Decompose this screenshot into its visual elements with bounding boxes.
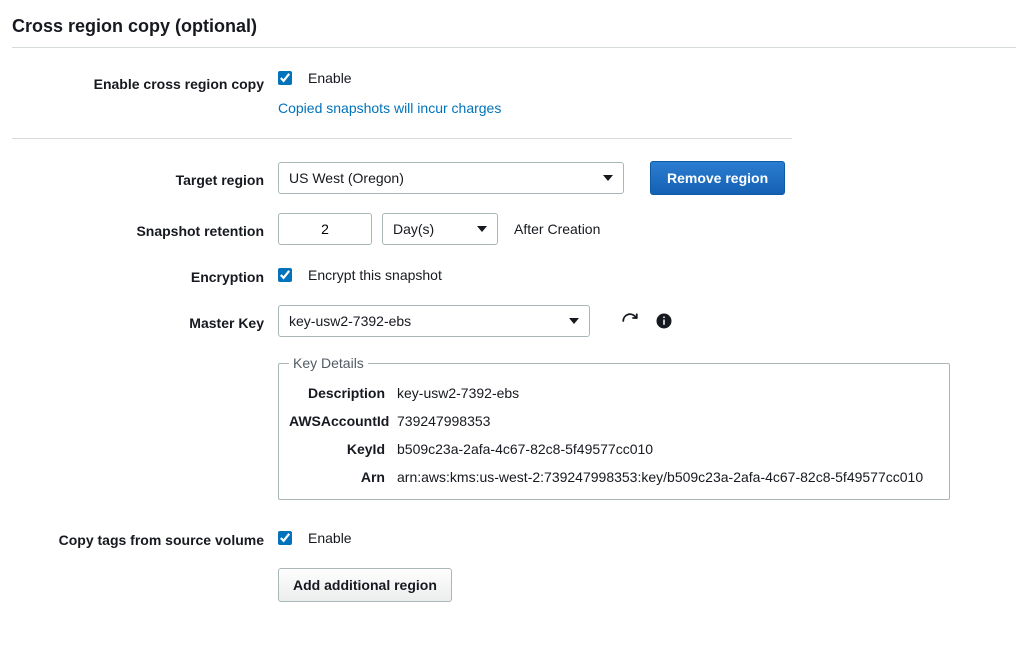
- target-region-selected: US West (Oregon): [289, 170, 404, 186]
- section-title: Cross region copy (optional): [12, 16, 1016, 37]
- key-details-legend: Key Details: [289, 355, 368, 371]
- retention-value-input[interactable]: [278, 213, 372, 245]
- kd-arn-label: Arn: [289, 469, 397, 485]
- copy-tags-checkbox-label: Enable: [308, 530, 352, 546]
- chevron-down-icon: [603, 175, 613, 181]
- copy-tags-label: Copy tags from source volume: [12, 526, 278, 550]
- encryption-checkbox[interactable]: [278, 268, 292, 282]
- master-key-label: Master Key: [12, 309, 278, 333]
- remove-region-button[interactable]: Remove region: [650, 161, 785, 195]
- divider: [12, 47, 1016, 48]
- kd-arn-value: arn:aws:kms:us-west-2:739247998353:key/b…: [397, 469, 935, 485]
- encryption-label: Encryption: [12, 263, 278, 287]
- divider: [12, 138, 792, 139]
- retention-unit-selected: Day(s): [393, 221, 434, 237]
- kd-description-label: Description: [289, 385, 397, 401]
- info-icon[interactable]: [652, 309, 676, 333]
- enable-copy-checkbox-label: Enable: [308, 70, 352, 86]
- key-details-fieldset: Key Details Description key-usw2-7392-eb…: [278, 355, 950, 500]
- spacer: [12, 583, 278, 587]
- kd-keyid-label: KeyId: [289, 441, 397, 457]
- refresh-icon[interactable]: [618, 309, 642, 333]
- master-key-select[interactable]: key-usw2-7392-ebs: [278, 305, 590, 337]
- target-region-label: Target region: [12, 166, 278, 190]
- add-region-button[interactable]: Add additional region: [278, 568, 452, 602]
- retention-after-text: After Creation: [514, 221, 600, 237]
- charges-info-link[interactable]: Copied snapshots will incur charges: [278, 100, 501, 116]
- enable-copy-label: Enable cross region copy: [12, 70, 278, 94]
- kd-description-value: key-usw2-7392-ebs: [397, 385, 935, 401]
- master-key-selected: key-usw2-7392-ebs: [289, 313, 411, 329]
- retention-label: Snapshot retention: [12, 217, 278, 241]
- target-region-select[interactable]: US West (Oregon): [278, 162, 624, 194]
- enable-copy-checkbox[interactable]: [278, 71, 292, 85]
- chevron-down-icon: [569, 318, 579, 324]
- encryption-checkbox-label: Encrypt this snapshot: [308, 267, 442, 283]
- kd-account-label: AWSAccountId: [289, 413, 397, 429]
- kd-keyid-value: b509c23a-2afa-4c67-82c8-5f49577cc010: [397, 441, 935, 457]
- retention-unit-select[interactable]: Day(s): [382, 213, 498, 245]
- copy-tags-checkbox[interactable]: [278, 531, 292, 545]
- kd-account-value: 739247998353: [397, 413, 935, 429]
- chevron-down-icon: [477, 226, 487, 232]
